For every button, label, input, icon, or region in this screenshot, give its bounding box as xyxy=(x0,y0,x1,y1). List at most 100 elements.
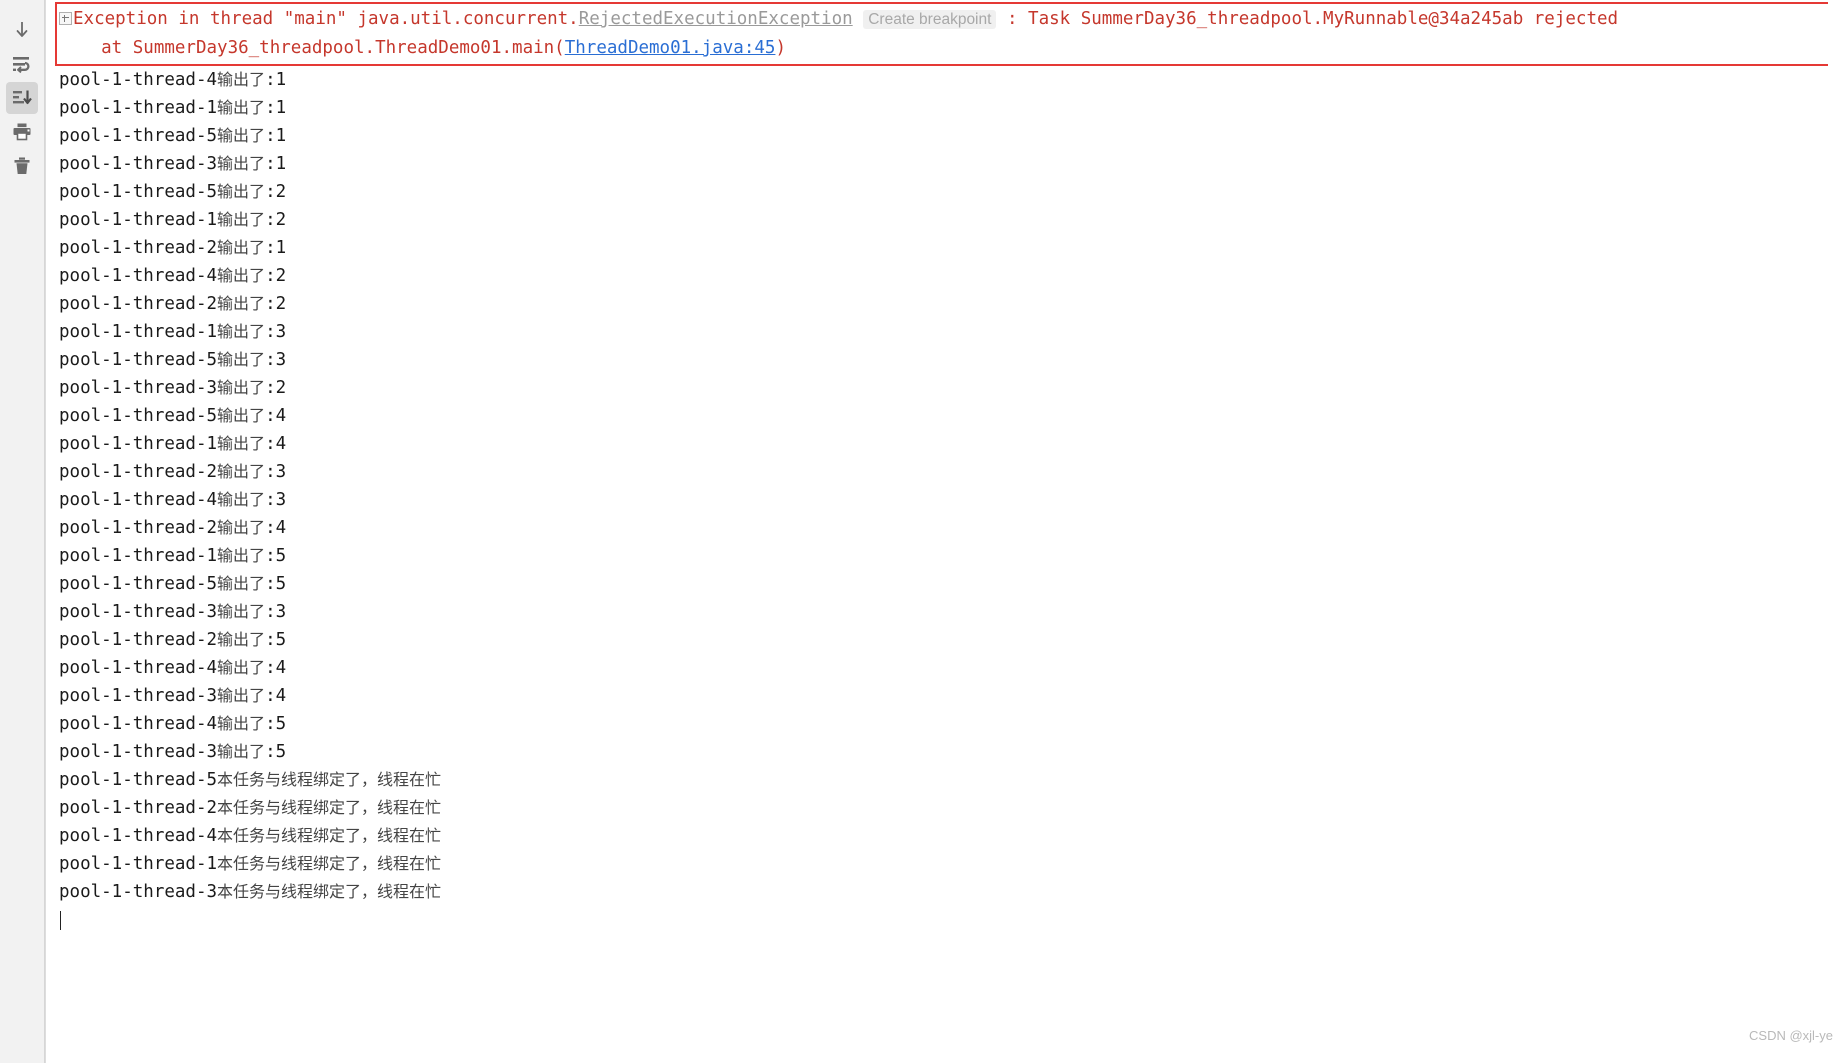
console-line-value: :4 xyxy=(265,518,287,538)
console-line-message: 输出了 xyxy=(217,714,266,733)
console-output-area[interactable]: Exception in thread "main" java.util.con… xyxy=(45,0,1843,1063)
trash-icon xyxy=(11,156,33,176)
console-line-message: 输出了 xyxy=(217,210,266,229)
console-line-value: :3 xyxy=(265,490,287,510)
console-line-thread: pool-1-thread-5 xyxy=(59,350,218,370)
console-toolbar xyxy=(0,0,45,1063)
soft-wrap-icon xyxy=(11,54,33,74)
console-line-thread: pool-1-thread-5 xyxy=(59,182,218,202)
fold-marker-icon[interactable] xyxy=(59,11,72,25)
console-line-thread: pool-1-thread-4 xyxy=(59,490,218,510)
exception-message-suffix: : Task SummerDay36_threadpool.MyRunnable… xyxy=(996,9,1629,29)
console-line-message: 输出了 xyxy=(217,406,266,425)
console-line-thread: pool-1-thread-1 xyxy=(59,854,218,874)
console-line-thread: pool-1-thread-3 xyxy=(59,378,218,398)
console-line-list: pool-1-thread-4输出了:1 pool-1-thread-1输出了:1… xyxy=(45,66,1843,934)
console-line-thread: pool-1-thread-2 xyxy=(59,630,218,650)
console-line-message: 输出了 xyxy=(217,574,266,593)
console-line-thread: pool-1-thread-4 xyxy=(59,70,218,90)
console-line-message: 输出了 xyxy=(217,378,266,397)
text-caret xyxy=(60,911,61,930)
console-line-message: 输出了 xyxy=(217,490,266,509)
console-line-value: :2 xyxy=(265,182,287,202)
console-line: pool-1-thread-2输出了:5 xyxy=(57,626,1843,654)
console-line: pool-1-thread-5输出了:2 xyxy=(57,178,1843,206)
console-line-value: :3 xyxy=(265,350,287,370)
console-line-value: :2 xyxy=(265,378,287,398)
stacktrace-prefix: at SummerDay36_threadpool.ThreadDemo01.m… xyxy=(59,38,565,58)
console-line-value: :5 xyxy=(265,546,287,566)
console-line-message: 输出了 xyxy=(217,546,266,565)
console-line: pool-1-thread-5输出了:3 xyxy=(57,346,1843,374)
console-line: pool-1-thread-1输出了:2 xyxy=(57,206,1843,234)
console-line-message: 输出了 xyxy=(217,630,266,649)
console-line-thread: pool-1-thread-4 xyxy=(59,658,218,678)
exception-type-link[interactable]: RejectedExecutionException xyxy=(579,9,853,29)
console-line: pool-1-thread-4输出了:4 xyxy=(57,654,1843,682)
console-line-message: 输出了 xyxy=(217,658,266,677)
console-line-message: 输出了 xyxy=(217,70,266,89)
console-line: pool-1-thread-1输出了:1 xyxy=(57,94,1843,122)
console-line: pool-1-thread-3输出了:5 xyxy=(57,738,1843,766)
console-line-thread: pool-1-thread-3 xyxy=(59,602,218,622)
console-line-value: :3 xyxy=(265,322,287,342)
console-line-message: 输出了 xyxy=(217,686,266,705)
console-line-thread: pool-1-thread-3 xyxy=(59,742,218,762)
console-line-value: :4 xyxy=(265,686,287,706)
console-line: pool-1-thread-2输出了:4 xyxy=(57,514,1843,542)
console-line: pool-1-thread-5输出了:5 xyxy=(57,570,1843,598)
console-line: pool-1-thread-3输出了:4 xyxy=(57,682,1843,710)
console-line: pool-1-thread-5本任务与线程绑定了，线程在忙 xyxy=(57,766,1843,794)
console-line: pool-1-thread-2输出了:3 xyxy=(57,458,1843,486)
console-line: pool-1-thread-3输出了:1 xyxy=(57,150,1843,178)
console-line-message: 本任务与线程绑定了，线程在忙 xyxy=(217,826,442,845)
print-icon xyxy=(11,122,33,142)
console-line-value: :2 xyxy=(265,210,287,230)
console-line-message: 输出了 xyxy=(217,126,266,145)
console-line-message: 输出了 xyxy=(217,266,266,285)
console-line: pool-1-thread-5输出了:1 xyxy=(57,122,1843,150)
console-line-thread: pool-1-thread-1 xyxy=(59,210,218,230)
console-line-thread: pool-1-thread-1 xyxy=(59,98,218,118)
console-line-thread: pool-1-thread-3 xyxy=(59,686,218,706)
scroll-down-button[interactable] xyxy=(6,14,38,46)
console-line-message: 输出了 xyxy=(217,462,266,481)
console-line-thread: pool-1-thread-4 xyxy=(59,826,218,846)
stacktrace-suffix: ) xyxy=(775,38,786,58)
console-line: pool-1-thread-1本任务与线程绑定了，线程在忙 xyxy=(57,850,1843,878)
console-line-thread: pool-1-thread-2 xyxy=(59,238,218,258)
console-line-thread: pool-1-thread-1 xyxy=(59,322,218,342)
scroll-gutter[interactable] xyxy=(1828,0,1843,1063)
source-file-link[interactable]: ThreadDemo01.java:45 xyxy=(565,38,776,58)
console-line-value: :3 xyxy=(265,462,287,482)
console-line-value: :4 xyxy=(265,658,287,678)
exception-message-prefix: Exception in thread "main" java.util.con… xyxy=(73,9,579,29)
scroll-to-end-icon xyxy=(11,88,33,108)
console-line-thread: pool-1-thread-2 xyxy=(59,518,218,538)
console-line-thread: pool-1-thread-3 xyxy=(59,154,218,174)
create-breakpoint-label[interactable]: Create breakpoint xyxy=(863,10,997,29)
console-line-thread: pool-1-thread-5 xyxy=(59,574,218,594)
console-line-value: :5 xyxy=(265,630,287,650)
console-line: pool-1-thread-3输出了:3 xyxy=(57,598,1843,626)
console-line-message: 输出了 xyxy=(217,238,266,257)
console-line-message: 输出了 xyxy=(217,350,266,369)
console-line: pool-1-thread-5输出了:4 xyxy=(57,402,1843,430)
console-line-thread: pool-1-thread-2 xyxy=(59,462,218,482)
scroll-to-end-button[interactable] xyxy=(6,82,38,114)
scroll-down-icon xyxy=(12,20,32,40)
console-line-message: 本任务与线程绑定了，线程在忙 xyxy=(217,798,442,817)
console-line: pool-1-thread-3本任务与线程绑定了，线程在忙 xyxy=(57,878,1843,906)
clear-all-button[interactable] xyxy=(6,150,38,182)
console-line: pool-1-thread-4输出了:2 xyxy=(57,262,1843,290)
console-line-message: 本任务与线程绑定了，线程在忙 xyxy=(217,882,442,901)
console-line: pool-1-thread-4本任务与线程绑定了，线程在忙 xyxy=(57,822,1843,850)
console-line: pool-1-thread-1输出了:5 xyxy=(57,542,1843,570)
print-button[interactable] xyxy=(6,116,38,148)
console-line-thread: pool-1-thread-5 xyxy=(59,770,218,790)
exception-highlight-block[interactable]: Exception in thread "main" java.util.con… xyxy=(55,2,1843,66)
console-line-message: 输出了 xyxy=(217,294,266,313)
console-line-message: 输出了 xyxy=(217,434,266,453)
console-line-message: 输出了 xyxy=(217,602,266,621)
soft-wrap-button[interactable] xyxy=(6,48,38,80)
